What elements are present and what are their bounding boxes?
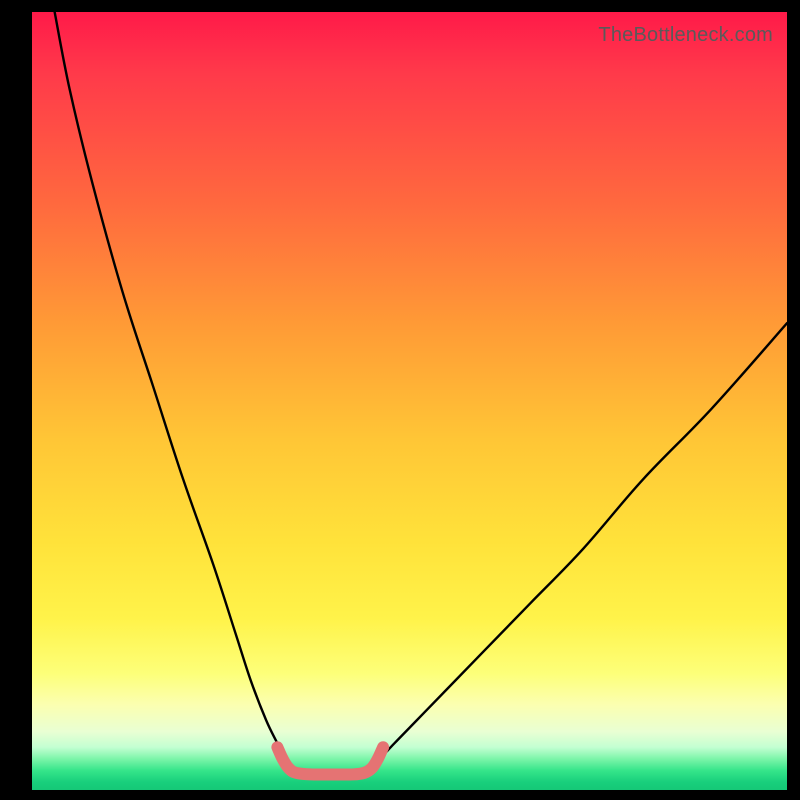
- watermark-label: TheBottleneck.com: [598, 24, 773, 47]
- valley-salmon-path: [277, 747, 383, 774]
- chart-svg: [32, 12, 787, 790]
- left-curve-path: [55, 12, 291, 767]
- right-curve-path: [368, 323, 787, 766]
- chart-plot-area: TheBottleneck.com: [32, 12, 787, 790]
- chart-stage: TheBottleneck.com: [0, 0, 800, 800]
